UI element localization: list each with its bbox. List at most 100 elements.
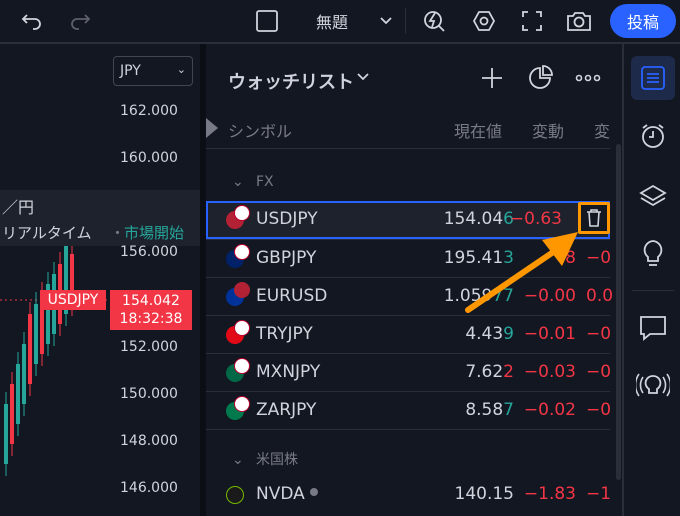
column-header-pct[interactable]: 変 (594, 118, 610, 142)
current-price: 154.042 (122, 293, 180, 309)
watchlist-title[interactable]: ウォッチリスト (228, 68, 354, 94)
nvidia-logo-icon (226, 486, 244, 504)
chevron-down-icon: ⌄ (232, 174, 244, 190)
change-pct: −0 (586, 248, 612, 268)
change: −0.01 (523, 324, 576, 344)
currency-select-value: JPY (120, 63, 141, 79)
last-price: 195.413 (443, 248, 514, 268)
chevron-down-icon: ⌄ (176, 63, 186, 76)
separator-dot: ・ (110, 224, 126, 242)
column-marker (206, 118, 218, 138)
symbol: NVDA (256, 484, 305, 504)
column-header-last[interactable]: 現在値 (454, 118, 502, 142)
candle-body (28, 314, 32, 384)
flag-icon (234, 396, 250, 412)
symbol: ZARJPY (256, 400, 317, 420)
fullscreen-icon[interactable] (516, 0, 548, 42)
layout-icon[interactable] (250, 0, 284, 42)
column-header-symbol[interactable]: シンボル (228, 118, 292, 142)
currency-select[interactable]: JPY ⌄ (113, 56, 193, 86)
change: −0.02 (523, 400, 576, 420)
price-label: 150.000 (120, 386, 178, 402)
last-price: 154.046 (443, 209, 514, 229)
symbol-name: ／円 (2, 198, 35, 217)
change-pct: −1 (586, 484, 612, 504)
top-toolbar: 無題 投稿 (0, 0, 680, 42)
trash-icon (587, 209, 601, 227)
clock-icon[interactable] (631, 114, 675, 158)
flag-icon (234, 320, 250, 336)
flag-icon (234, 205, 250, 221)
last-price: 8.587 (465, 400, 514, 420)
pie-icon[interactable] (526, 64, 554, 96)
symbol: MXNJPY (256, 362, 321, 382)
table-row[interactable]: ZARJPY 8.587 −0.02 −0 (206, 392, 612, 430)
post-button[interactable]: 投稿 (610, 4, 676, 38)
camera-icon[interactable] (562, 0, 596, 42)
section-label: FX (256, 174, 274, 190)
symbol: GBPJPY (256, 248, 317, 268)
price-label: 160.000 (120, 150, 178, 166)
flag-icon (234, 282, 250, 298)
symbol-price-tag: USDJPY (40, 290, 106, 310)
table-row[interactable]: GBPJPY 195.413 8 −0 (206, 240, 612, 278)
flag-icon (234, 358, 250, 374)
symbol: EURUSD (256, 286, 328, 306)
delete-button[interactable] (578, 202, 610, 234)
table-row[interactable]: EURUSD 1.05977 −0.00 0.0 (206, 278, 614, 316)
candle-body (34, 304, 38, 364)
candle-body (10, 384, 14, 444)
section-fx[interactable]: ⌄ FX (232, 174, 274, 190)
layout-name[interactable]: 無題 (310, 0, 354, 42)
table-row[interactable]: USDJPY 154.046 −0.63 (206, 201, 610, 239)
chevron-down-icon: ⌄ (232, 452, 244, 468)
chevron-down-icon[interactable] (356, 70, 370, 86)
price-label: 152.000 (120, 339, 178, 355)
column-header-change[interactable]: 変動 (532, 118, 564, 142)
change-pct: 0.0 (586, 286, 614, 306)
last-price: 4.439 (465, 324, 514, 344)
layers-icon[interactable] (631, 174, 675, 218)
symbol: USDJPY (256, 209, 318, 229)
idea-icon[interactable] (631, 232, 675, 276)
candle-body (22, 344, 26, 404)
change: 8 (565, 248, 576, 268)
section-us-stocks[interactable]: ⌄ 米国株 (232, 449, 298, 469)
current-price-tag: 154.042 18:32:38 (110, 290, 192, 330)
redo-icon[interactable] (64, 0, 96, 42)
last-price: 1.05977 (443, 286, 514, 306)
price-label: 146.000 (120, 480, 178, 496)
realtime-label: リアルタイム (2, 224, 92, 242)
price-label: 148.000 (120, 433, 178, 449)
flag-icon (234, 244, 250, 260)
change: −1.83 (523, 484, 576, 504)
chat-icon[interactable] (631, 306, 675, 350)
last-price: 140.15 (454, 484, 514, 504)
change-pct: −0 (586, 324, 612, 344)
market-status: 市場開始 (124, 224, 185, 242)
change: −0.63 (509, 209, 562, 229)
change-pct: −0 (586, 362, 612, 382)
right-sidebar (622, 44, 680, 516)
alert-icon[interactable] (418, 0, 450, 42)
price-label: 162.000 (120, 103, 178, 119)
table-row[interactable]: TRYJPY 4.439 −0.01 −0 (206, 316, 612, 354)
watchlist-icon[interactable] (631, 56, 675, 100)
candle-body (16, 364, 20, 424)
scrollbar[interactable] (616, 144, 621, 480)
candle-body (4, 404, 8, 464)
symbol: TRYJPY (256, 324, 313, 344)
last-price: 7.622 (465, 362, 514, 382)
undo-icon[interactable] (16, 0, 48, 42)
change-pct: −0 (586, 400, 612, 420)
price-label: 156.000 (120, 244, 178, 260)
table-row[interactable]: MXNJPY 7.622 −0.03 −0 (206, 354, 612, 392)
change: −0.03 (523, 362, 576, 382)
section-label: 米国株 (256, 452, 298, 468)
broadcast-icon[interactable] (631, 364, 675, 408)
more-icon[interactable] (574, 68, 602, 92)
table-row[interactable]: NVDA 140.15 −1.83 −1 (206, 476, 612, 514)
chevron-down-icon[interactable] (376, 0, 396, 42)
plus-icon[interactable] (480, 66, 504, 94)
settings-icon[interactable] (468, 0, 500, 42)
